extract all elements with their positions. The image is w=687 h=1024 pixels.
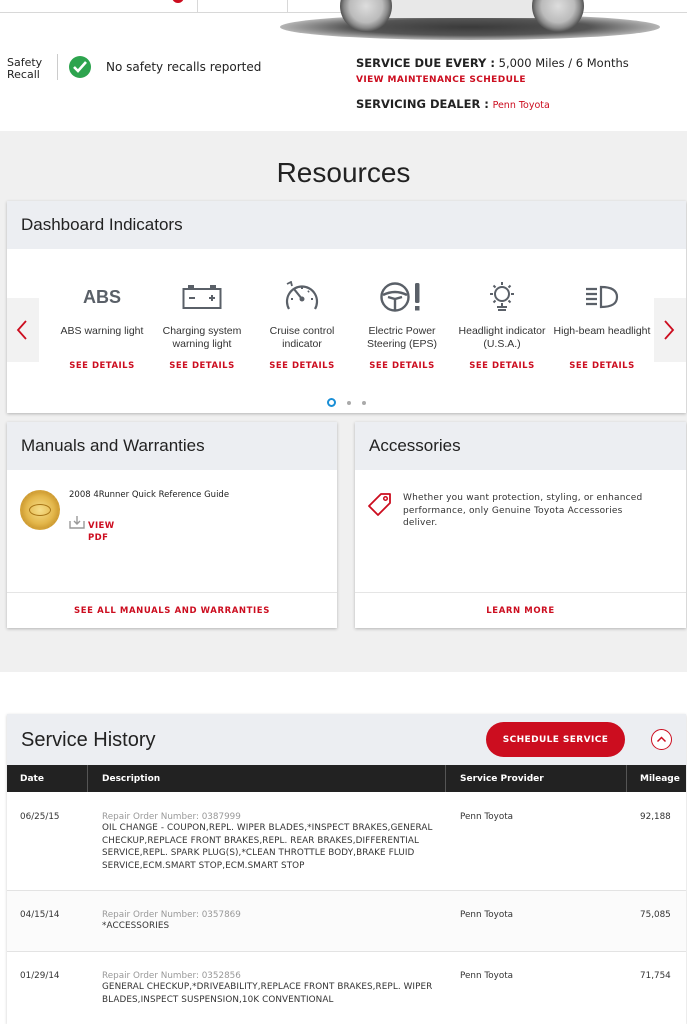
carousel-pagination bbox=[7, 392, 686, 411]
high-beam-icon bbox=[552, 279, 652, 315]
indicator-label: Cruise control indicator bbox=[269, 325, 335, 350]
service-due-label: SERVICE DUE EVERY : bbox=[356, 56, 495, 70]
row-provider: Penn Toyota bbox=[460, 971, 514, 981]
see-details-link[interactable]: SEE DETAILS bbox=[352, 361, 452, 371]
row-date: 01/29/14 bbox=[20, 971, 60, 981]
indicator-abs[interactable]: ABS ABS warning light SEE DETAILS bbox=[52, 279, 152, 372]
battery-icon bbox=[152, 279, 252, 315]
service-interval: SERVICE DUE EVERY : 5,000 Miles / 6 Mont… bbox=[356, 56, 629, 70]
indicator-label: Charging system warning light bbox=[162, 325, 242, 350]
dealer-label: SERVICING DEALER : bbox=[356, 97, 489, 111]
service-history-section: Service History SCHEDULE SERVICE Date De… bbox=[0, 672, 687, 1024]
speedometer-icon bbox=[252, 279, 352, 315]
carousel-dot[interactable] bbox=[362, 400, 367, 405]
row-mileage: 92,188 bbox=[640, 812, 671, 822]
repair-order-number: Repair Order Number: 0387999 bbox=[102, 812, 241, 822]
download-icon bbox=[69, 516, 85, 529]
service-history-card: Service History SCHEDULE SERVICE Date De… bbox=[7, 714, 686, 1024]
column-header-mileage[interactable]: Mileage bbox=[640, 774, 680, 784]
see-all-manuals-link[interactable]: SEE ALL MANUALS AND WARRANTIES bbox=[7, 592, 337, 628]
table-row[interactable]: 04/15/14 Repair Order Number: 0357869 *A… bbox=[7, 891, 686, 952]
see-details-link[interactable]: SEE DETAILS bbox=[452, 361, 552, 371]
vehicle-summary: Safety Recall No safety recalls reported… bbox=[0, 0, 687, 131]
dashboard-indicators-title: Dashboard Indicators bbox=[7, 201, 686, 249]
service-due-value: 5,000 Miles / 6 Months bbox=[498, 56, 629, 70]
row-mileage: 71,754 bbox=[640, 971, 671, 981]
carousel-next-button[interactable] bbox=[654, 298, 686, 362]
carousel-prev-button[interactable] bbox=[7, 298, 39, 362]
guide-title: 2008 4Runner Quick Reference Guide bbox=[69, 490, 230, 500]
indicator-label: Headlight indicator (U.S.A.) bbox=[458, 325, 546, 350]
column-header-provider[interactable]: Service Provider bbox=[460, 774, 544, 784]
collapse-button[interactable] bbox=[651, 729, 672, 750]
tab-indicator bbox=[172, 0, 184, 3]
safety-recall-label: Safety Recall bbox=[7, 56, 43, 81]
table-row[interactable]: 06/25/15 Repair Order Number: 0387999 OI… bbox=[7, 792, 686, 891]
view-maintenance-schedule-link[interactable]: VIEW MAINTENANCE SCHEDULE bbox=[356, 75, 526, 85]
vehicle-image bbox=[280, 0, 660, 45]
row-date: 04/15/14 bbox=[20, 910, 60, 920]
manuals-title: Manuals and Warranties bbox=[7, 422, 337, 470]
column-header-date[interactable]: Date bbox=[20, 774, 44, 784]
schedule-service-button[interactable]: SCHEDULE SERVICE bbox=[486, 722, 625, 757]
repair-order-number: Repair Order Number: 0352856 bbox=[102, 971, 241, 981]
indicator-headlight[interactable]: Headlight indicator (U.S.A.) SEE DETAILS bbox=[452, 279, 552, 371]
see-details-link[interactable]: SEE DETAILS bbox=[252, 361, 352, 371]
column-header-description[interactable]: Description bbox=[102, 774, 160, 784]
resources-title: Resources bbox=[276, 157, 411, 188]
chevron-right-icon bbox=[664, 320, 675, 340]
divider bbox=[57, 54, 58, 80]
repair-order-number: Repair Order Number: 0357869 bbox=[102, 910, 241, 920]
toyota-seal-icon bbox=[20, 490, 60, 530]
indicator-cruise-control[interactable]: Cruise control indicator SEE DETAILS bbox=[252, 279, 352, 371]
tab-divider bbox=[197, 0, 198, 12]
accessories-card: Accessories Whether you want protection,… bbox=[355, 422, 686, 628]
chevron-left-icon bbox=[16, 320, 27, 340]
accessories-title: Accessories bbox=[355, 422, 686, 470]
see-details-link[interactable]: SEE DETAILS bbox=[152, 361, 252, 371]
indicator-charging-system[interactable]: Charging system warning light SEE DETAIL… bbox=[152, 279, 252, 371]
table-header: Date Description Service Provider Mileag… bbox=[7, 765, 686, 792]
indicator-label: Electric Power Steering (EPS) bbox=[366, 325, 438, 350]
row-mileage: 75,085 bbox=[640, 910, 671, 920]
dealer-name-link[interactable]: Penn Toyota bbox=[493, 100, 550, 111]
carousel-dot[interactable] bbox=[347, 400, 351, 405]
view-pdf-link[interactable]: VIEW PDF bbox=[88, 520, 115, 544]
indicator-carousel: ABS ABS warning light SEE DETAILS Chargi… bbox=[7, 249, 686, 413]
service-history-title: Service History bbox=[21, 729, 156, 751]
service-history-header: Service History SCHEDULE SERVICE bbox=[7, 714, 686, 765]
manuals-warranties-card: Manuals and Warranties 2008 4Runner Quic… bbox=[7, 422, 337, 628]
headlight-icon bbox=[452, 279, 552, 315]
see-details-link[interactable]: SEE DETAILS bbox=[52, 361, 152, 371]
row-provider: Penn Toyota bbox=[460, 910, 514, 920]
tag-icon bbox=[368, 493, 391, 516]
indicator-label: High-beam headlight bbox=[553, 325, 651, 337]
abs-icon: ABS bbox=[82, 286, 121, 307]
recall-status: No safety recalls reported bbox=[106, 60, 262, 74]
table-row[interactable]: 01/29/14 Repair Order Number: 0352856 GE… bbox=[7, 952, 686, 1024]
service-description: *ACCESSORIES bbox=[102, 921, 170, 931]
row-date: 06/25/15 bbox=[20, 812, 60, 822]
see-details-link[interactable]: SEE DETAILS bbox=[552, 361, 652, 371]
accessories-description: Whether you want protection, styling, or… bbox=[403, 493, 643, 528]
indicator-high-beam[interactable]: High-beam headlight SEE DETAILS bbox=[552, 279, 652, 371]
dashboard-indicators-card: Dashboard Indicators ABS ABS warning lig… bbox=[7, 201, 686, 413]
chevron-up-icon bbox=[656, 736, 667, 743]
servicing-dealer: SERVICING DEALER : Penn Toyota bbox=[356, 97, 550, 111]
check-icon bbox=[69, 56, 91, 78]
steering-wheel-icon bbox=[352, 279, 452, 315]
indicator-label: ABS warning light bbox=[60, 325, 144, 337]
learn-more-link[interactable]: LEARN MORE bbox=[355, 592, 686, 628]
indicator-eps[interactable]: Electric Power Steering (EPS) SEE DETAIL… bbox=[352, 279, 452, 371]
row-provider: Penn Toyota bbox=[460, 812, 514, 822]
carousel-dot[interactable] bbox=[326, 398, 336, 407]
service-description: OIL CHANGE - COUPON,REPL. WIPER BLADES,*… bbox=[102, 823, 433, 871]
service-description: GENERAL CHECKUP,*DRIVEABILITY,REPLACE FR… bbox=[102, 982, 433, 1005]
